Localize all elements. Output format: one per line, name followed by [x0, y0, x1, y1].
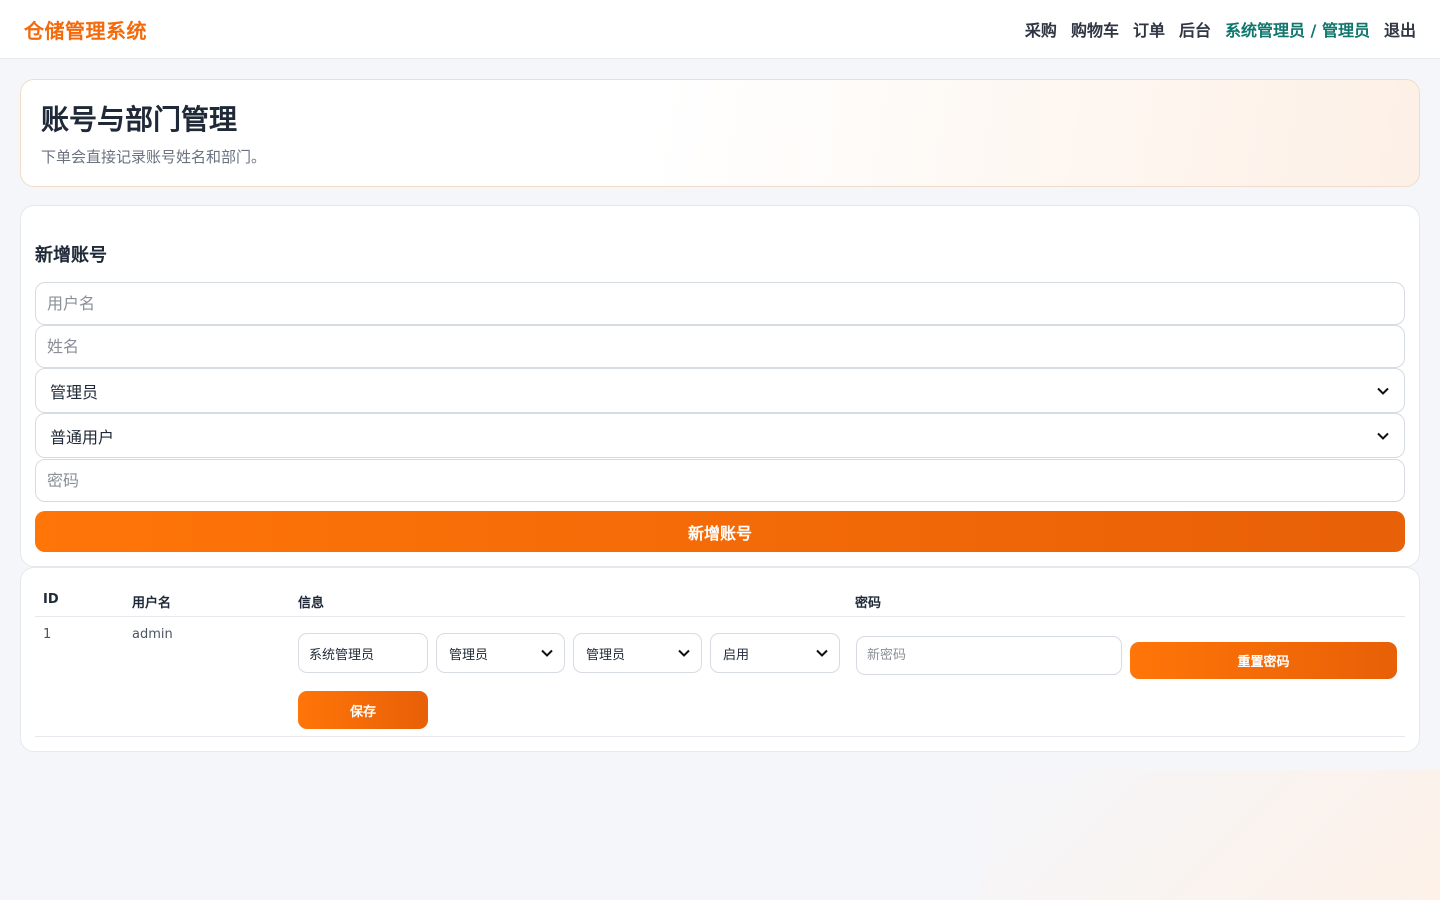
department-select[interactable]: 管理员 [35, 368, 1405, 413]
background-glow [980, 770, 1440, 900]
row-role-select[interactable]: 管理员 [573, 633, 702, 673]
row-name-input[interactable] [298, 633, 428, 673]
chevron-down-icon [815, 646, 829, 660]
nav-orders[interactable]: 订单 [1133, 17, 1165, 41]
column-header-password: 密码 [855, 596, 882, 611]
chevron-down-icon [677, 646, 691, 660]
row-status-value: 启用 [723, 647, 750, 663]
column-header-username: 用户名 [132, 596, 172, 611]
accounts-table-card: ID 用户名 信息 密码 1 admin 管理员 管理员 启用 保存 重置密码 [20, 567, 1420, 752]
role-select[interactable]: 普通用户 [35, 413, 1405, 458]
table-header: ID 用户名 信息 密码 [35, 590, 1405, 617]
chevron-down-icon [540, 646, 554, 660]
page-subtitle: 下单会直接记录账号姓名和部门。 [41, 148, 267, 166]
brand-title: 仓储管理系统 [24, 18, 147, 43]
username-input[interactable] [35, 282, 1405, 325]
add-account-card: 新增账号 管理员 普通用户 新增账号 [20, 205, 1420, 567]
column-header-id: ID [43, 592, 59, 607]
department-select-value: 管理员 [50, 382, 99, 402]
nav-admin[interactable]: 后台 [1179, 17, 1211, 41]
row-username: admin [132, 627, 173, 642]
nav-cart[interactable]: 购物车 [1071, 17, 1119, 41]
chevron-down-icon [1376, 384, 1390, 398]
column-header-info: 信息 [298, 596, 325, 611]
logout-link[interactable]: 退出 [1384, 17, 1416, 41]
row-save-button[interactable]: 保存 [298, 691, 428, 729]
row-reset-password-button[interactable]: 重置密码 [1130, 642, 1397, 679]
name-input[interactable] [35, 325, 1405, 368]
add-account-button[interactable]: 新增账号 [35, 511, 1405, 552]
role-select-value: 普通用户 [50, 427, 115, 447]
current-user-link[interactable]: 系统管理员 / 管理员 [1225, 17, 1370, 41]
row-divider [35, 736, 1405, 737]
password-input[interactable] [35, 459, 1405, 502]
row-department-value: 管理员 [449, 647, 489, 663]
row-id: 1 [43, 627, 52, 642]
row-status-select[interactable]: 启用 [710, 633, 840, 673]
page-title: 账号与部门管理 [41, 103, 238, 136]
row-new-password-input[interactable] [856, 636, 1122, 675]
add-account-heading: 新增账号 [35, 245, 107, 266]
main-nav: 采购 购物车 订单 后台 系统管理员 / 管理员 退出 [1025, 17, 1416, 41]
nav-purchase[interactable]: 采购 [1025, 17, 1057, 41]
row-role-value: 管理员 [586, 647, 626, 663]
top-navbar: 仓储管理系统 采购 购物车 订单 后台 系统管理员 / 管理员 退出 [0, 0, 1440, 59]
row-department-select[interactable]: 管理员 [436, 633, 565, 673]
chevron-down-icon [1376, 429, 1390, 443]
page-hero: 账号与部门管理 下单会直接记录账号姓名和部门。 [20, 79, 1420, 187]
